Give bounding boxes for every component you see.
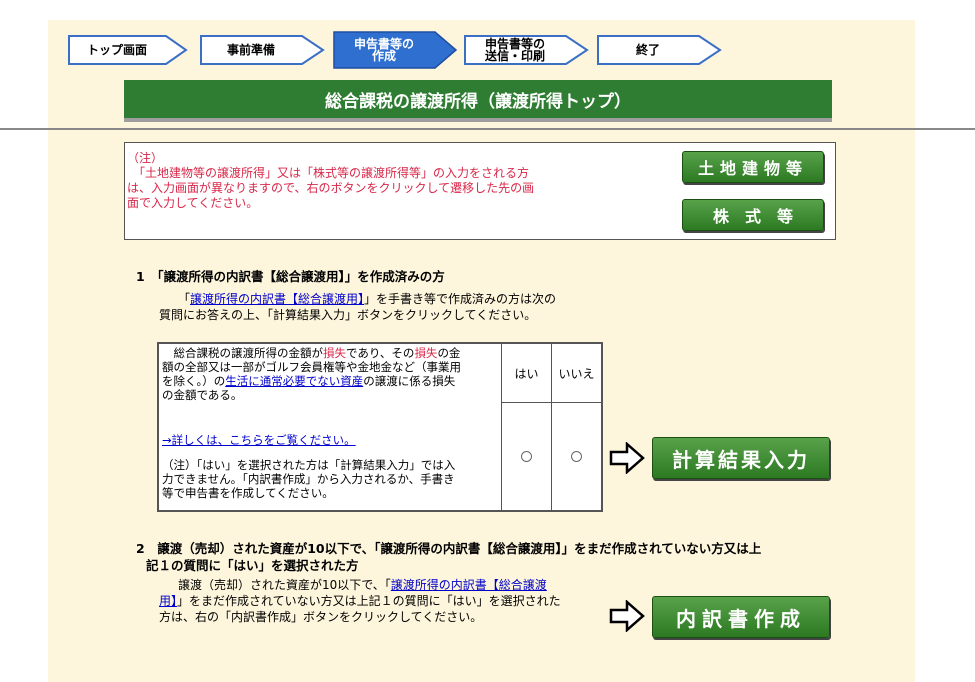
note-line: 「土地建物等の譲渡所得」又は「株式等の譲渡所得等」の入力をされる方 <box>127 166 530 180</box>
details-link[interactable]: →詳しくは、こちらをご覧ください。 <box>159 431 359 449</box>
land-building-button[interactable]: 土地建物等 <box>682 151 824 183</box>
note-box: （注） 「土地建物等の譲渡所得」又は「株式等の譲渡所得等」の入力をされる方 は、… <box>124 142 836 240</box>
right-arrow-icon <box>609 442 645 474</box>
breakdown-form-link[interactable]: 譲渡所得の内訳書【総合譲渡用】 <box>190 292 364 306</box>
text: 2 譲渡（売却）された資産が10以下で、「譲渡所得の内訳書【総合譲渡用】」をまだ… <box>136 541 762 556</box>
yes-cell <box>501 402 552 511</box>
note-line: 面で入力してください。 <box>127 196 259 210</box>
question-text: 総合課税の譲渡所得の金額が損失であり、その損失の金 額の全部又は一部がゴルフ会員… <box>159 344 501 404</box>
loss-text: 損失 <box>323 346 346 360</box>
step-label: 事前準備 <box>226 43 275 57</box>
stock-button[interactable]: 株 式 等 <box>682 199 824 231</box>
breakdown-form-link[interactable]: 譲渡所得の内訳書【総合譲渡 <box>391 578 547 592</box>
step-preparation[interactable]: 事前準備 <box>200 30 325 70</box>
page-title: 総合課税の譲渡所得（譲渡所得トップ） <box>124 80 832 118</box>
section2-paragraph: 譲渡（売却）された資産が10以下で、「譲渡所得の内訳書【総合譲渡 <box>178 577 547 593</box>
text: を除く。）の <box>162 374 226 388</box>
yes-header: はい <box>501 343 552 403</box>
no-header: いいえ <box>551 343 602 403</box>
step-create-return[interactable]: 申告書等の 作成 <box>333 30 458 70</box>
create-breakdown-button[interactable]: 内訳書作成 <box>652 596 830 638</box>
note-text: （注） 「土地建物等の譲渡所得」又は「株式等の譲渡所得等」の入力をされる方 は、… <box>127 151 597 211</box>
section1-paragraph-line2: 質問にお答えの上、「計算結果入力」ボタンをクリックしてください。 <box>159 308 537 322</box>
no-cell <box>551 402 602 511</box>
step-finish[interactable]: 終了 <box>597 30 722 70</box>
text: 「 <box>178 292 191 306</box>
header-divider <box>0 128 975 130</box>
breakdown-form-link[interactable]: 用】 <box>159 594 177 608</box>
section2-paragraph-line3: 方は、右の「内訳書作成」ボタンをクリックしてください。 <box>159 610 483 624</box>
step-label: 申告書等の 作成 <box>353 37 414 63</box>
text: であり、その <box>346 346 415 360</box>
section1-paragraph: 「譲渡所得の内訳書【総合譲渡用】」を手書き等で作成済みの方は次の <box>178 291 556 307</box>
non-essential-asset-link[interactable]: 生活に通常必要でない資産 <box>225 374 363 388</box>
step-label: 申告書等の 送信・印刷 <box>484 37 545 63</box>
right-arrow-icon <box>609 600 645 632</box>
text: 記１の質問に「はい」を選択された方 <box>146 558 359 573</box>
question-note: （注）「はい」を選択された方は「計算結果入力」では入 力できません。「内訳書作成… <box>159 456 458 502</box>
step-label: 終了 <box>635 43 660 57</box>
note-line: は、入力画面が異なりますので、右のボタンをクリックして遷移した先の画 <box>127 181 535 195</box>
no-radio[interactable] <box>571 451 582 462</box>
text: 額の全部又は一部がゴルフ会員権等や金地金など（事業用 <box>162 360 461 374</box>
text: 譲渡（売却）された資産が10以下で、「 <box>178 578 391 592</box>
step-top[interactable]: トップ画面 <box>68 30 188 70</box>
section2-heading: 2 譲渡（売却）された資産が10以下で、「譲渡所得の内訳書【総合譲渡用】」をまだ… <box>136 540 761 574</box>
text: 等で申告書を作成してください。 <box>162 486 334 500</box>
note-heading: （注） <box>127 151 164 165</box>
text: （注）「はい」を選択された方は「計算結果入力」では入 <box>162 458 456 472</box>
text: 力できません。「内訳書作成」から入力されるか、手書き <box>162 472 455 486</box>
text: の金 <box>437 346 461 360</box>
text: 」を手書き等で作成済みの方は次の <box>364 292 557 306</box>
text: の金額である。 <box>162 388 243 402</box>
question-cell: 総合課税の譲渡所得の金額が損失であり、その損失の金 額の全部又は一部がゴルフ会員… <box>158 343 502 511</box>
question-table: 総合課税の譲渡所得の金額が損失であり、その損失の金 額の全部又は一部がゴルフ会員… <box>157 342 603 512</box>
text: 総合課税の譲渡所得の金額が <box>162 346 323 360</box>
step-send-print[interactable]: 申告書等の 送信・印刷 <box>464 30 589 70</box>
calc-result-input-button[interactable]: 計算結果入力 <box>652 437 830 479</box>
step-label: トップ画面 <box>86 43 147 57</box>
text: の譲渡に係る損失 <box>363 374 456 388</box>
section2-paragraph-line2: 用】」をまだ作成されていない方又は上記１の質問に「はい」を選択された <box>159 593 561 609</box>
section1-heading: 1 「譲渡所得の内訳書【総合譲渡用】」を作成済みの方 <box>136 269 445 284</box>
text: 」をまだ作成されていない方又は上記１の質問に「はい」を選択された <box>177 594 561 608</box>
loss-text: 損失 <box>414 346 438 360</box>
yes-radio[interactable] <box>521 451 532 462</box>
